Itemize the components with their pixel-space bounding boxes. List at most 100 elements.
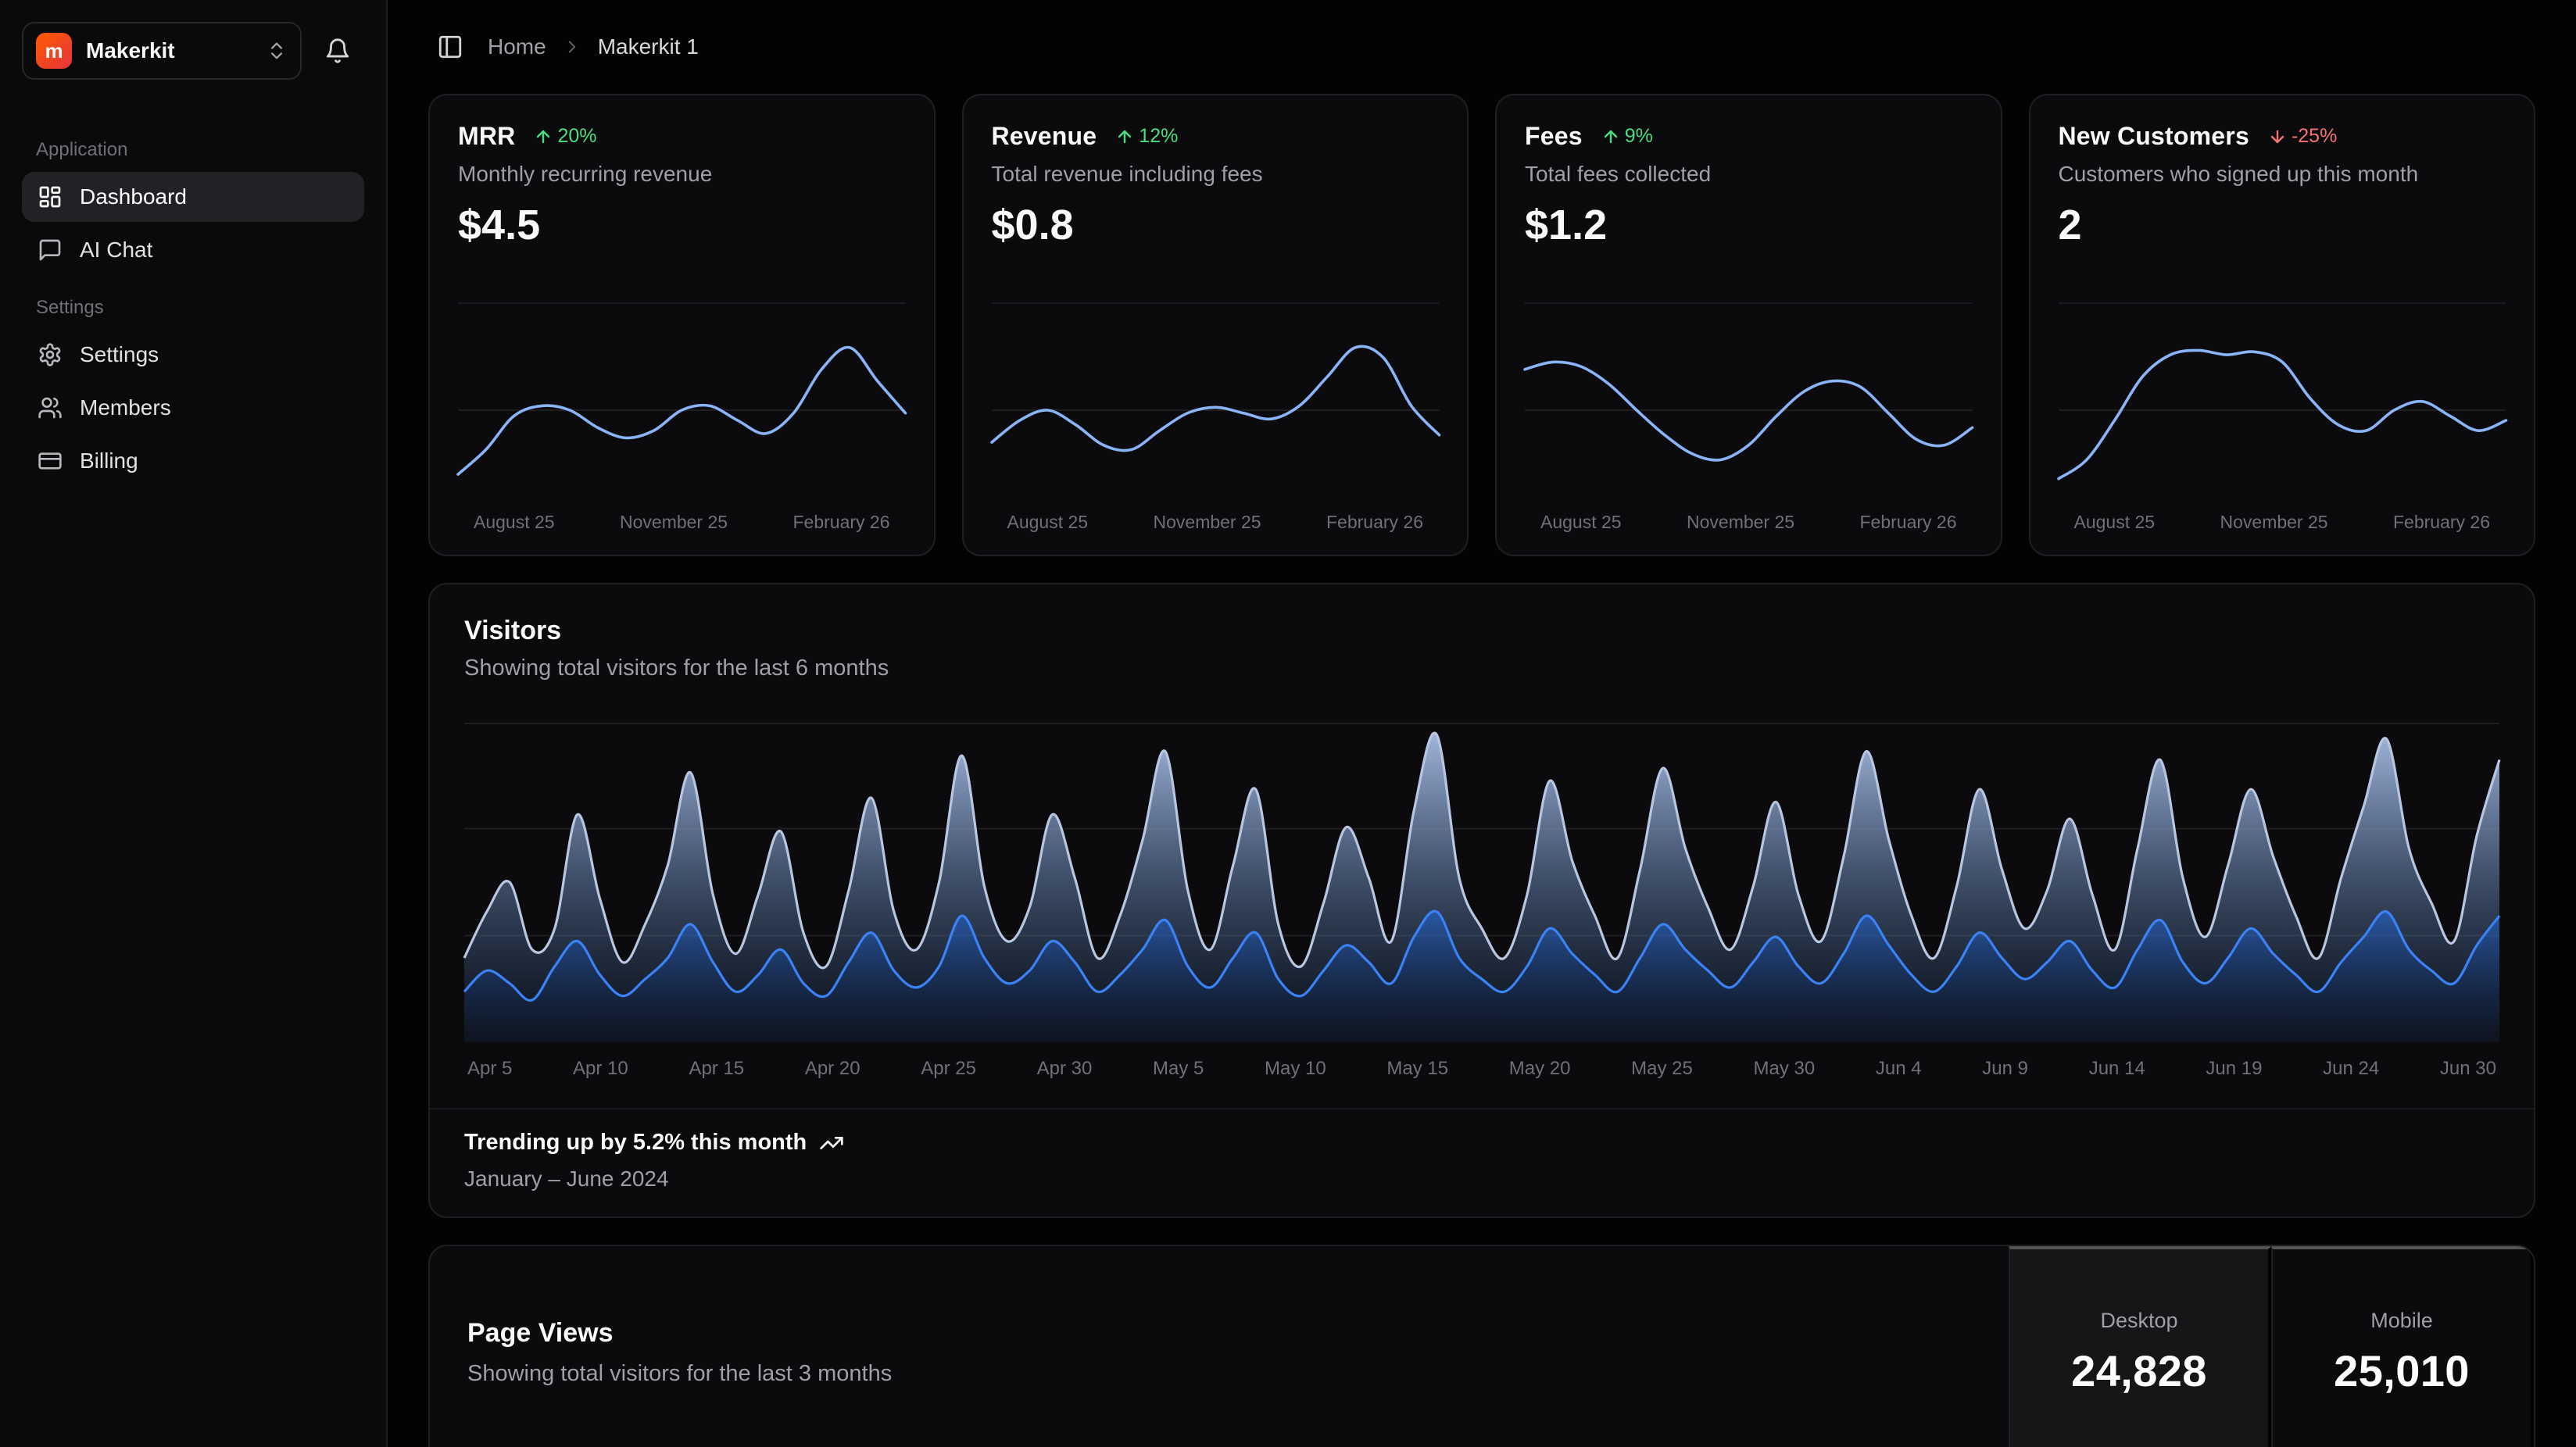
visitors-x-label: Apr 25 <box>921 1058 976 1080</box>
visitors-date-range: January – June 2024 <box>464 1167 2499 1192</box>
visitors-trend-text: Trending up by 5.2% this month <box>464 1130 807 1156</box>
sparkline-chart <box>992 302 1440 498</box>
sidebar-item-settings[interactable]: Settings <box>22 330 364 380</box>
stat-delta-badge: 9% <box>1601 125 1653 148</box>
visitors-x-label: Apr 30 <box>1037 1058 1093 1080</box>
stat-value: $0.8 <box>992 201 1440 249</box>
sidebar-section-application: Application <box>22 139 364 161</box>
visitors-x-label: Jun 19 <box>2206 1058 2262 1080</box>
makerkit-logo: m <box>36 33 72 69</box>
stat-value: 2 <box>2059 201 2506 249</box>
visitors-x-label: May 5 <box>1153 1058 1204 1080</box>
visitors-title: Visitors <box>464 616 2499 646</box>
visitors-x-label: Jun 4 <box>1876 1058 1922 1080</box>
sparkline-x-axis: August 25 November 25 February 26 <box>1525 498 1973 539</box>
stat-card-mrr: MRR 20% Monthly recurring revenue $4.5 A… <box>428 94 936 556</box>
arrow-down-icon <box>2268 127 2287 146</box>
page-views-card: Page Views Showing total visitors for th… <box>428 1245 2535 1447</box>
bell-icon <box>324 38 351 64</box>
revenue-sparkline <box>992 323 1440 498</box>
gear-icon <box>38 342 63 367</box>
visitors-x-label: May 10 <box>1265 1058 1326 1080</box>
sparkline-x-axis: August 25 November 25 February 26 <box>458 498 906 539</box>
visitors-x-axis: Apr 5 Apr 10 Apr 15 Apr 20 Apr 25 Apr 30 May 5… <box>464 1042 2499 1095</box>
visitors-card: Visitors Showing total visitors for the … <box>428 583 2535 1218</box>
stat-delta-badge: -25% <box>2268 125 2337 148</box>
visitors-x-label: Jun 9 <box>1982 1058 2028 1080</box>
stat-delta-badge: 12% <box>1115 125 1178 148</box>
page-views-mobile-toggle[interactable]: Mobile 25,010 <box>2271 1246 2534 1447</box>
page-views-subtitle: Showing total visitors for the last 3 mo… <box>467 1361 892 1387</box>
sparkline-x-axis: August 25 November 25 February 26 <box>2059 498 2506 539</box>
stat-subtitle: Total fees collected <box>1525 162 1973 187</box>
sidebar: m Makerkit Application Dashboard AI Chat… <box>0 0 388 1447</box>
arrow-up-icon <box>1115 127 1134 146</box>
visitors-subtitle: Showing total visitors for the last 6 mo… <box>464 656 2499 681</box>
fees-sparkline <box>1525 323 1973 498</box>
stat-card-new-customers: New Customers -25% Customers who signed … <box>2029 94 2536 556</box>
breadcrumb-home[interactable]: Home <box>488 34 546 59</box>
stat-delta-badge: 20% <box>534 125 596 148</box>
visitors-x-label: May 20 <box>1509 1058 1571 1080</box>
visitors-x-label: Jun 24 <box>2323 1058 2379 1080</box>
chevrons-up-down-icon <box>266 40 288 62</box>
workspace-selector[interactable]: m Makerkit <box>22 22 302 80</box>
page-views-toggles: Desktop 24,828 Mobile 25,010 <box>2009 1246 2534 1447</box>
stat-card-fees: Fees 9% Total fees collected $1.2 August… <box>1495 94 2002 556</box>
sidebar-item-billing[interactable]: Billing <box>22 436 364 486</box>
trending-up-icon <box>819 1131 844 1156</box>
visitors-x-label: Jun 14 <box>2089 1058 2145 1080</box>
stat-value: $4.5 <box>458 201 906 249</box>
stat-title: MRR <box>458 122 515 151</box>
page-views-title: Page Views <box>467 1318 892 1349</box>
visitors-x-label: Apr 10 <box>573 1058 628 1080</box>
credit-card-icon <box>38 448 63 473</box>
visitors-footer: Trending up by 5.2% this month January –… <box>430 1108 2534 1217</box>
stat-title: New Customers <box>2059 122 2249 151</box>
stat-subtitle: Total revenue including fees <box>992 162 1440 187</box>
breadcrumb: Home Makerkit 1 <box>428 25 2535 69</box>
sidebar-item-members[interactable]: Members <box>22 383 364 433</box>
sidebar-item-label: Members <box>80 395 171 420</box>
sidebar-item-label: Settings <box>80 342 159 367</box>
stat-value: $1.2 <box>1525 201 1973 249</box>
dashboard-icon <box>38 184 63 209</box>
sidebar-item-label: AI Chat <box>80 238 152 263</box>
visitors-x-label: Apr 20 <box>805 1058 860 1080</box>
stat-subtitle: Monthly recurring revenue <box>458 162 906 187</box>
notifications-button[interactable] <box>311 24 364 77</box>
chat-icon <box>38 238 63 263</box>
stat-subtitle: Customers who signed up this month <box>2059 162 2506 187</box>
sparkline-x-axis: August 25 November 25 February 26 <box>992 498 1440 539</box>
visitors-x-label: May 25 <box>1631 1058 1693 1080</box>
sidebar-item-dashboard[interactable]: Dashboard <box>22 172 364 222</box>
visitors-x-label: Apr 15 <box>689 1058 744 1080</box>
mrr-sparkline <box>458 323 906 498</box>
sparkline-chart <box>1525 302 1973 498</box>
stat-title: Fees <box>1525 122 1583 151</box>
sidebar-toggle-button[interactable] <box>428 25 472 69</box>
main-content: Home Makerkit 1 MRR 20% Monthly recurrin… <box>388 0 2576 1447</box>
new-customers-sparkline <box>2059 323 2506 498</box>
sidebar-section-settings: Settings <box>22 297 364 319</box>
visitors-x-label: Jun 30 <box>2440 1058 2496 1080</box>
visitors-x-label: May 30 <box>1754 1058 1816 1080</box>
arrow-up-icon <box>534 127 553 146</box>
arrow-up-icon <box>1601 127 1620 146</box>
visitors-area-chart <box>464 722 2499 1042</box>
visitors-x-label: May 15 <box>1386 1058 1448 1080</box>
page-views-desktop-toggle[interactable]: Desktop 24,828 <box>2009 1246 2271 1447</box>
sidebar-item-label: Dashboard <box>80 184 187 209</box>
sidebar-item-ai-chat[interactable]: AI Chat <box>22 225 364 275</box>
workspace-row: m Makerkit <box>22 22 364 80</box>
breadcrumb-current: Makerkit 1 <box>598 34 699 59</box>
workspace-name: Makerkit <box>86 38 252 63</box>
sparkline-chart <box>2059 302 2506 498</box>
sidebar-item-label: Billing <box>80 448 138 473</box>
panel-left-icon <box>437 34 463 60</box>
stat-title: Revenue <box>992 122 1097 151</box>
visitors-x-label: Apr 5 <box>467 1058 512 1080</box>
stat-cards-row: MRR 20% Monthly recurring revenue $4.5 A… <box>428 94 2535 556</box>
stat-card-revenue: Revenue 12% Total revenue including fees… <box>962 94 1469 556</box>
users-icon <box>38 395 63 420</box>
